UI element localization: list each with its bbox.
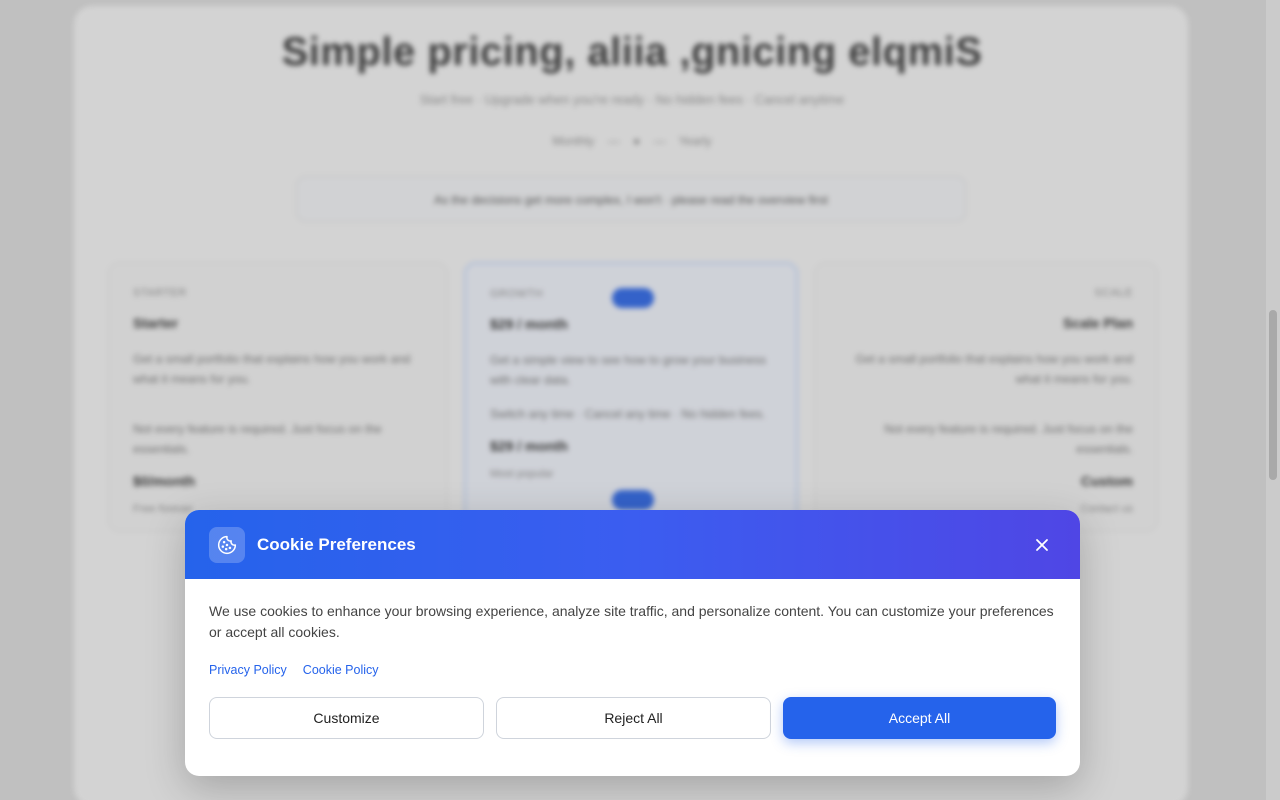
modal-description: We use cookies to enhance your browsing …: [209, 603, 1054, 640]
modal-actions: Customize Reject All Accept All: [209, 697, 1056, 739]
reject-all-button[interactable]: Reject All: [496, 697, 771, 739]
accept-all-button[interactable]: Accept All: [783, 697, 1056, 739]
modal-title: Cookie Preferences: [257, 534, 416, 554]
modal-body: We use cookies to enhance your browsing …: [185, 579, 1080, 739]
scrollbar-thumb[interactable]: [1269, 310, 1277, 480]
cookie-policy-link[interactable]: Cookie Policy: [303, 663, 379, 677]
policy-links: Privacy Policy Cookie Policy: [209, 663, 1056, 677]
page-scrollbar[interactable]: [1266, 0, 1280, 800]
cookie-icon: [209, 526, 245, 563]
cookie-modal: Cookie Preferences We use cookies to enh…: [185, 510, 1080, 776]
close-button[interactable]: [1028, 531, 1056, 559]
privacy-policy-link[interactable]: Privacy Policy: [209, 663, 287, 677]
modal-header: Cookie Preferences: [185, 510, 1080, 579]
close-icon: [1036, 538, 1048, 551]
customize-button[interactable]: Customize: [209, 697, 484, 739]
